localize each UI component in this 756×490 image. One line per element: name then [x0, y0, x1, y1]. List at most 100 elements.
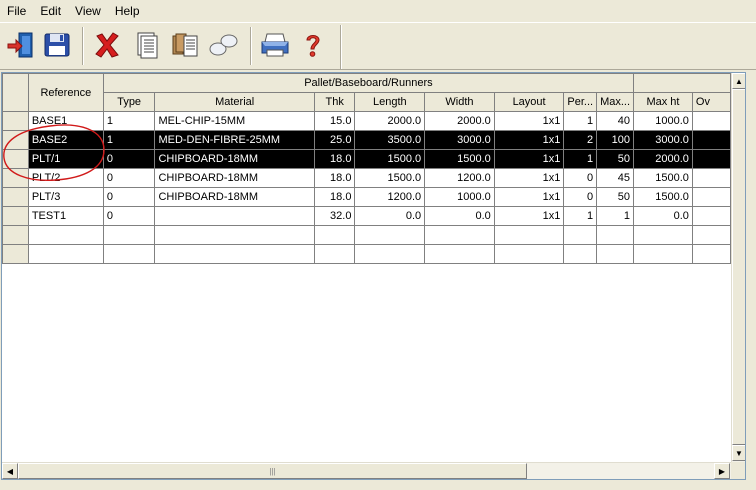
cell-per[interactable]: 2 — [563, 130, 598, 150]
cell-type[interactable]: 1 — [102, 111, 156, 131]
cell-max-ht[interactable]: 2000.0 — [633, 149, 693, 169]
cell-empty[interactable] — [102, 225, 156, 245]
row-selector[interactable] — [2, 168, 29, 188]
cell-type[interactable]: 0 — [102, 149, 156, 169]
cell-type[interactable]: 0 — [102, 206, 156, 226]
row-selector[interactable] — [2, 244, 29, 264]
cell-reference[interactable]: TEST1 — [27, 206, 104, 226]
cell-layout[interactable]: 1x1 — [493, 168, 565, 188]
cell-layout[interactable]: 1x1 — [493, 149, 565, 169]
horizontal-scrollbar[interactable]: ◀ ||| ▶ — [2, 462, 731, 479]
column-header-reference[interactable]: Reference — [27, 73, 104, 112]
row-selector[interactable] — [2, 206, 29, 226]
cell-reference[interactable]: PLT/2 — [27, 168, 104, 188]
column-header-max[interactable]: Max... — [596, 92, 635, 112]
column-header-material[interactable]: Material — [154, 92, 315, 112]
column-header-width[interactable]: Width — [424, 92, 495, 112]
print-button[interactable] — [258, 28, 292, 62]
column-header-max-ht[interactable]: Max ht — [633, 92, 693, 112]
scroll-left-button[interactable]: ◀ — [2, 463, 18, 479]
cell-empty[interactable] — [27, 244, 104, 264]
cell-empty[interactable] — [313, 244, 356, 264]
delete-button[interactable] — [90, 28, 124, 62]
cell-layout[interactable]: 1x1 — [493, 206, 565, 226]
cell-ov[interactable] — [691, 130, 731, 150]
copy-button[interactable] — [168, 28, 202, 62]
cell-thk[interactable]: 15.0 — [313, 111, 356, 131]
cell-empty[interactable] — [596, 244, 635, 264]
cell-type[interactable]: 0 — [102, 168, 156, 188]
cell-width[interactable]: 0.0 — [424, 206, 495, 226]
menu-edit[interactable]: Edit — [33, 1, 68, 21]
cell-length[interactable]: 1500.0 — [354, 168, 426, 188]
cell-thk[interactable]: 18.0 — [313, 149, 356, 169]
cell-max[interactable]: 100 — [596, 130, 635, 150]
cell-width[interactable]: 1200.0 — [424, 168, 495, 188]
cell-type[interactable]: 1 — [102, 130, 156, 150]
cell-empty[interactable] — [633, 225, 693, 245]
cell-max[interactable]: 1 — [596, 206, 635, 226]
cell-width[interactable]: 2000.0 — [424, 111, 495, 131]
cell-thk[interactable]: 18.0 — [313, 187, 356, 207]
column-header-type[interactable]: Type — [102, 92, 156, 112]
cell-max[interactable]: 45 — [596, 168, 635, 188]
horizontal-scroll-thumb[interactable]: ||| — [18, 463, 527, 479]
cell-ov[interactable] — [691, 111, 731, 131]
table-row[interactable]: PLT/2 0 CHIPBOARD-18MM 18.0 1500.0 1200.… — [2, 168, 731, 188]
cell-length[interactable]: 1200.0 — [354, 187, 426, 207]
cell-empty[interactable] — [493, 225, 565, 245]
cell-per[interactable]: 0 — [563, 168, 598, 188]
cell-thk[interactable]: 18.0 — [313, 168, 356, 188]
list-button[interactable] — [130, 28, 164, 62]
cell-empty[interactable] — [424, 244, 495, 264]
cell-max[interactable]: 50 — [596, 149, 635, 169]
table-row[interactable]: BASE1 1 MEL-CHIP-15MM 15.0 2000.0 2000.0… — [2, 111, 731, 131]
cell-thk[interactable]: 32.0 — [313, 206, 356, 226]
cell-empty[interactable] — [154, 244, 315, 264]
table-row-selected[interactable]: BASE2 1 MED-DEN-FIBRE-25MM 25.0 3500.0 3… — [2, 130, 731, 150]
menu-help[interactable]: Help — [108, 1, 147, 21]
cell-ov[interactable] — [691, 187, 731, 207]
cell-material[interactable] — [154, 206, 315, 226]
cell-empty[interactable] — [563, 225, 598, 245]
cell-max-ht[interactable]: 1500.0 — [633, 168, 693, 188]
cell-reference[interactable]: PLT/3 — [27, 187, 104, 207]
cell-empty[interactable] — [691, 225, 731, 245]
column-header-per[interactable]: Per... — [563, 92, 598, 112]
exit-button[interactable] — [4, 28, 38, 62]
cell-length[interactable]: 0.0 — [354, 206, 426, 226]
row-selector[interactable] — [2, 130, 29, 150]
cell-layout[interactable]: 1x1 — [493, 111, 565, 131]
cell-max-ht[interactable]: 1000.0 — [633, 111, 693, 131]
row-selector[interactable] — [2, 111, 29, 131]
cell-max[interactable]: 40 — [596, 111, 635, 131]
cell-length[interactable]: 3500.0 — [354, 130, 426, 150]
cell-type[interactable]: 0 — [102, 187, 156, 207]
cell-empty[interactable] — [596, 225, 635, 245]
scroll-right-button[interactable]: ▶ — [714, 463, 730, 479]
table-row-empty[interactable] — [2, 225, 731, 245]
cell-per[interactable]: 1 — [563, 206, 598, 226]
cell-thk[interactable]: 25.0 — [313, 130, 356, 150]
cell-material[interactable]: MED-DEN-FIBRE-25MM — [154, 130, 315, 150]
scroll-up-button[interactable]: ▲ — [732, 73, 745, 89]
row-selector[interactable] — [2, 225, 29, 245]
cell-empty[interactable] — [102, 244, 156, 264]
vertical-scrollbar[interactable]: ▲ ▼ — [731, 73, 745, 462]
row-selector[interactable] — [2, 149, 29, 169]
table-row[interactable]: PLT/3 0 CHIPBOARD-18MM 18.0 1200.0 1000.… — [2, 187, 731, 207]
cell-empty[interactable] — [633, 244, 693, 264]
cell-length[interactable]: 2000.0 — [354, 111, 426, 131]
cell-max-ht[interactable]: 1500.0 — [633, 187, 693, 207]
table-row-selected[interactable]: PLT/1 0 CHIPBOARD-18MM 18.0 1500.0 1500.… — [2, 149, 731, 169]
cell-ov[interactable] — [691, 149, 731, 169]
table-row[interactable]: TEST1 0 32.0 0.0 0.0 1x1 1 1 0.0 — [2, 206, 731, 226]
cell-max-ht[interactable]: 3000.0 — [633, 130, 693, 150]
grid-corner[interactable] — [2, 73, 29, 112]
cell-empty[interactable] — [313, 225, 356, 245]
cell-per[interactable]: 1 — [563, 111, 598, 131]
save-button[interactable] — [40, 28, 74, 62]
cell-empty[interactable] — [691, 244, 731, 264]
cell-ov[interactable] — [691, 168, 731, 188]
cell-layout[interactable]: 1x1 — [493, 130, 565, 150]
